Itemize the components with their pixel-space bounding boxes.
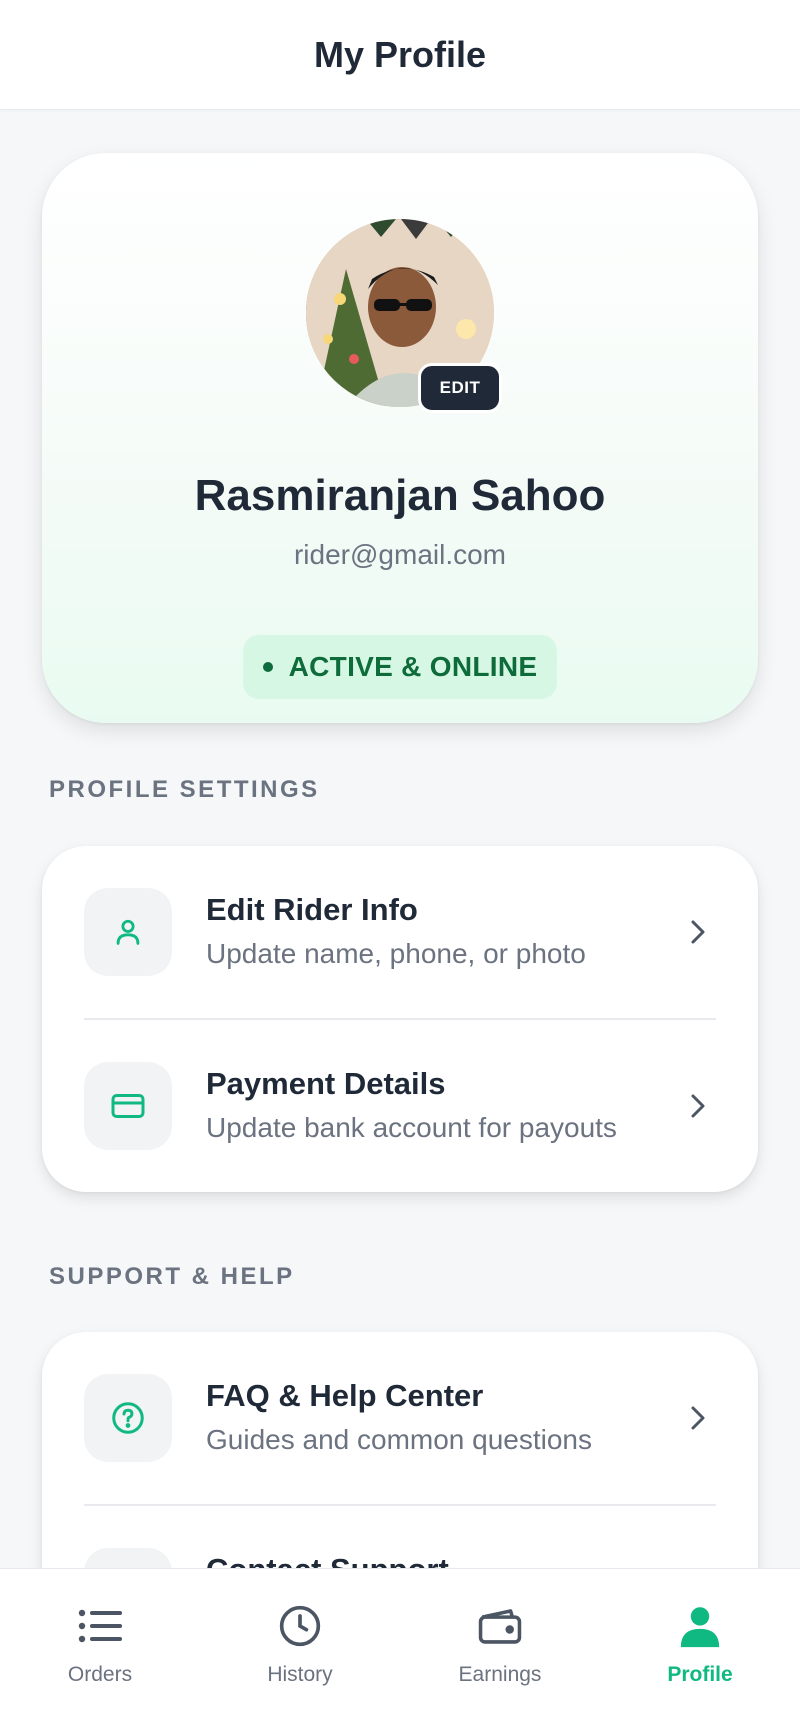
tab-history[interactable]: History bbox=[200, 1569, 400, 1709]
menu-item-title: FAQ & Help Center bbox=[206, 1378, 484, 1413]
chevron-right-icon bbox=[684, 1402, 712, 1434]
user-icon bbox=[84, 888, 172, 976]
page-title: My Profile bbox=[313, 33, 487, 75]
help-circle-icon bbox=[84, 1374, 172, 1462]
section-title-support-help: SUPPORT & HELP bbox=[49, 1263, 295, 1290]
section-title-profile-settings: PROFILE SETTINGS bbox=[49, 776, 320, 803]
rider-email: rider@gmail.com bbox=[293, 539, 507, 570]
support-icon bbox=[84, 1548, 172, 1568]
edit-avatar-button[interactable]: EDIT bbox=[418, 363, 502, 413]
tab-orders[interactable]: Orders bbox=[0, 1569, 200, 1709]
credit-card-icon bbox=[84, 1062, 172, 1150]
app-header: My Profile bbox=[0, 0, 800, 110]
tab-label: Orders bbox=[67, 1663, 133, 1686]
menu-item-subtitle: Update bank account for payouts bbox=[206, 1112, 617, 1143]
support-help-card: FAQ & Help Center Guides and common ques… bbox=[42, 1332, 758, 1568]
menu-item-contact-support[interactable]: Contact Support bbox=[42, 1506, 758, 1568]
rider-name: Rasmiranjan Sahoo bbox=[194, 471, 606, 520]
bottom-tab-bar: Orders History Earnings Profile bbox=[0, 1568, 800, 1709]
chevron-right-icon bbox=[684, 916, 712, 948]
clock-icon bbox=[275, 1601, 325, 1651]
menu-item-subtitle: Guides and common questions bbox=[206, 1424, 592, 1455]
profile-scroll-area[interactable]: EDIT Rasmiranjan Sahoo rider@gmail.com A… bbox=[0, 110, 800, 1568]
tab-label: Profile bbox=[667, 1663, 733, 1686]
tab-earnings[interactable]: Earnings bbox=[400, 1569, 600, 1709]
status-dot-icon bbox=[262, 662, 273, 672]
tab-profile[interactable]: Profile bbox=[600, 1569, 800, 1709]
person-icon bbox=[675, 1601, 725, 1651]
menu-item-title: Payment Details bbox=[206, 1066, 446, 1101]
menu-item-title: Contact Support bbox=[206, 1552, 449, 1568]
menu-item-subtitle: Update name, phone, or photo bbox=[206, 938, 586, 969]
status-badge: ACTIVE & ONLINE bbox=[243, 635, 557, 699]
avatar-container: EDIT bbox=[306, 219, 502, 413]
status-label: ACTIVE & ONLINE bbox=[288, 651, 538, 682]
menu-item-faq-help-center[interactable]: FAQ & Help Center Guides and common ques… bbox=[42, 1332, 758, 1504]
profile-settings-card: Edit Rider Info Update name, phone, or p… bbox=[42, 846, 758, 1192]
menu-item-payment-details[interactable]: Payment Details Update bank account for … bbox=[42, 1020, 758, 1192]
menu-item-title: Edit Rider Info bbox=[206, 892, 418, 927]
tab-label: Earnings bbox=[458, 1663, 542, 1686]
wallet-icon bbox=[475, 1601, 525, 1651]
menu-item-edit-rider-info[interactable]: Edit Rider Info Update name, phone, or p… bbox=[42, 846, 758, 1018]
list-icon bbox=[75, 1601, 125, 1651]
chevron-right-icon bbox=[684, 1090, 712, 1122]
tab-label: History bbox=[267, 1663, 333, 1686]
profile-card: EDIT Rasmiranjan Sahoo rider@gmail.com A… bbox=[42, 153, 758, 723]
